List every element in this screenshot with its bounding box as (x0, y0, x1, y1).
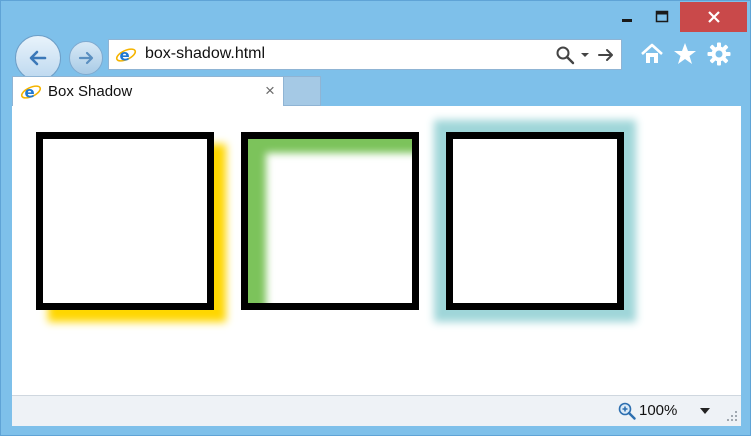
yellow-drop-shadow-box (36, 132, 214, 310)
chevron-down-icon (581, 53, 589, 57)
green-inset-shadow-box (241, 132, 419, 310)
tab-title: Box Shadow (48, 83, 133, 100)
back-arrow-icon (29, 50, 47, 66)
gear-icon[interactable] (706, 41, 732, 67)
zoom-magnifier-icon[interactable] (618, 402, 636, 420)
address-bar[interactable]: e box-shadow.html (108, 39, 622, 70)
star-icon[interactable] (672, 41, 698, 67)
teal-glow-shadow-box (446, 132, 624, 310)
minimize-icon (622, 19, 632, 22)
home-icon[interactable] (639, 41, 665, 67)
page-content (12, 106, 741, 395)
close-icon (707, 11, 720, 23)
status-bar: 100% (12, 395, 741, 426)
maximize-icon (655, 10, 669, 23)
maximize-button[interactable] (647, 2, 677, 32)
resize-grip-icon[interactable] (726, 410, 738, 422)
new-tab-button[interactable] (284, 76, 321, 106)
svg-text:e: e (120, 47, 130, 65)
forward-button[interactable] (69, 41, 103, 75)
zoom-dropdown-button[interactable] (698, 404, 712, 418)
minimize-button[interactable] (612, 2, 642, 32)
ie-logo-icon: e (115, 47, 137, 65)
chevron-down-icon (700, 408, 710, 414)
close-window-button[interactable] (680, 2, 747, 32)
zoom-level[interactable]: 100% (639, 402, 677, 419)
address-dropdown-button[interactable] (578, 44, 592, 66)
back-button[interactable] (15, 35, 61, 81)
tab-box-shadow[interactable]: e Box Shadow × (12, 76, 284, 107)
browser-window: e box-shadow.html e Box Shadow × 100% (0, 0, 751, 436)
forward-arrow-icon (78, 51, 94, 65)
search-icon[interactable] (554, 44, 576, 66)
go-arrow-icon[interactable] (595, 44, 617, 66)
tab-close-button[interactable]: × (261, 81, 279, 101)
ie-logo-icon: e (20, 84, 42, 102)
address-url[interactable]: box-shadow.html (145, 45, 265, 63)
svg-text:e: e (25, 84, 35, 102)
